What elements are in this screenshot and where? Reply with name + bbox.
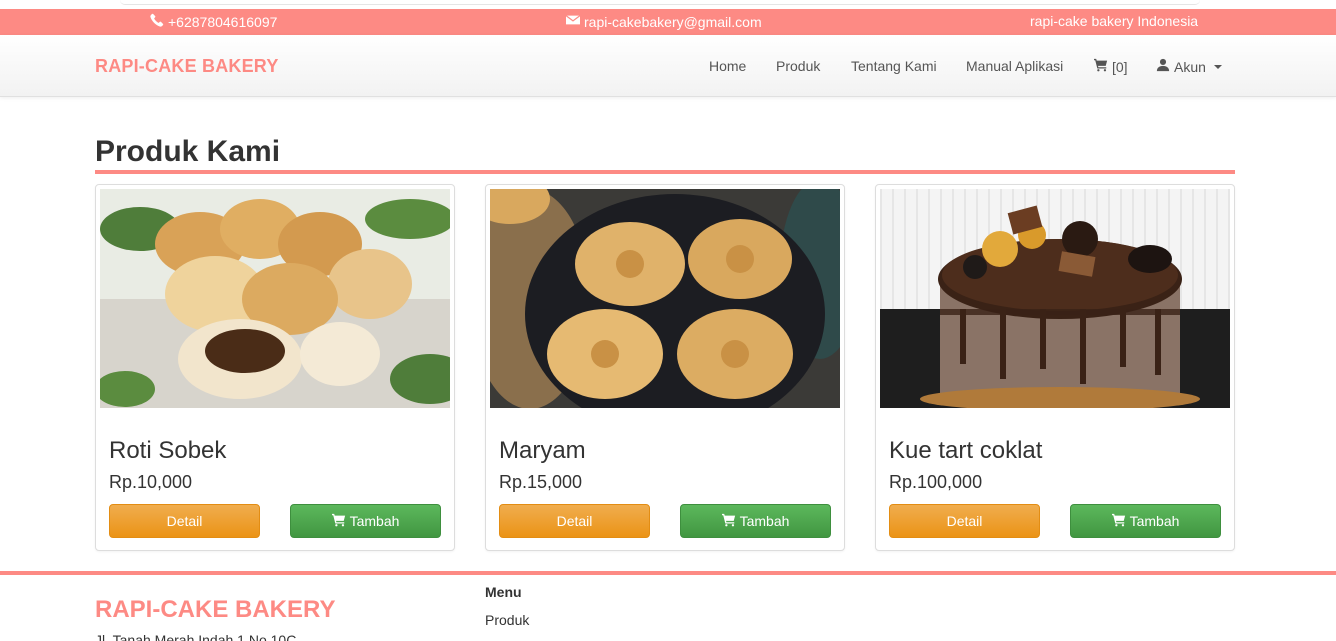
product-image[interactable]	[100, 189, 450, 408]
footer-brand: RAPI-CAKE BAKERY	[95, 596, 336, 623]
phone-info: +6287804616097	[150, 13, 277, 30]
browser-top-strip	[0, 0, 1336, 9]
contact-info-bar: +6287804616097 rapi-cakebakery@gmail.com…	[0, 9, 1336, 35]
email-info: rapi-cakebakery@gmail.com	[565, 13, 762, 30]
nav-account-dropdown[interactable]: Akun	[1156, 58, 1222, 75]
detail-button-label: Detail	[166, 513, 203, 529]
nav-cart[interactable]: [0]	[1094, 58, 1128, 75]
add-button-label: Tambah	[1129, 513, 1180, 529]
product-name: Roti Sobek	[109, 437, 227, 464]
shopping-cart-icon	[331, 513, 346, 530]
detail-button[interactable]: Detail	[499, 504, 650, 538]
product-card-maryam: Maryam Rp.15,000 Detail Tambah	[485, 184, 845, 551]
product-name: Kue tart coklat	[889, 437, 1043, 464]
product-name: Maryam	[499, 437, 586, 464]
email-address: rapi-cakebakery@gmail.com	[584, 13, 762, 30]
footer-menu-item-produk[interactable]: Produk	[485, 612, 529, 628]
top-shadow	[120, 0, 1200, 5]
user-icon	[1156, 58, 1170, 75]
heading-divider	[95, 170, 1235, 174]
footer-divider	[0, 571, 1336, 575]
detail-button-label: Detail	[556, 513, 593, 529]
shopping-cart-icon	[721, 513, 736, 530]
cart-count: [0]	[1112, 58, 1128, 75]
phone-number: +6287804616097	[168, 13, 278, 30]
phone-icon	[150, 13, 164, 30]
page-title: Produk Kami	[95, 135, 281, 168]
nav-tentang-kami[interactable]: Tentang Kami	[851, 58, 937, 74]
product-image[interactable]	[880, 189, 1230, 408]
nav-home[interactable]: Home	[709, 58, 746, 74]
shopping-cart-icon	[1111, 513, 1126, 530]
product-price: Rp.15,000	[499, 472, 583, 492]
product-price: Rp.100,000	[889, 472, 983, 492]
add-to-cart-button[interactable]: Tambah	[290, 504, 441, 538]
footer-address: Jl. Tanah Merah Indah 1 No.10C	[95, 632, 297, 641]
account-label: Akun	[1174, 58, 1206, 75]
navbar: RAPI-CAKE BAKERY Home Produk Tentang Kam…	[0, 35, 1336, 97]
add-to-cart-button[interactable]: Tambah	[680, 504, 831, 538]
product-card-kue-tart-coklat: Kue tart coklat Rp.100,000 Detail Tambah	[875, 184, 1235, 551]
add-button-label: Tambah	[739, 513, 790, 529]
chevron-down-icon	[1213, 64, 1222, 69]
add-button-label: Tambah	[349, 513, 400, 529]
detail-button-label: Detail	[946, 513, 983, 529]
product-price: Rp.10,000	[109, 472, 193, 492]
product-card-roti-sobek: Roti Sobek Rp.10,000 Detail Tambah	[95, 184, 455, 551]
tagline-text: rapi-cake bakery Indonesia	[1030, 13, 1199, 29]
nav-produk[interactable]: Produk	[776, 58, 820, 74]
add-to-cart-button[interactable]: Tambah	[1070, 504, 1221, 538]
tagline: rapi-cake bakery Indonesia	[1030, 13, 1198, 29]
nav-manual-aplikasi[interactable]: Manual Aplikasi	[966, 58, 1063, 74]
detail-button[interactable]: Detail	[889, 504, 1040, 538]
detail-button[interactable]: Detail	[109, 504, 260, 538]
footer-menu-title: Menu	[485, 584, 522, 600]
shopping-cart-icon	[1094, 58, 1108, 75]
envelope-icon	[565, 13, 581, 30]
brand-logo[interactable]: RAPI-CAKE BAKERY	[95, 56, 279, 77]
product-image[interactable]	[490, 189, 840, 408]
